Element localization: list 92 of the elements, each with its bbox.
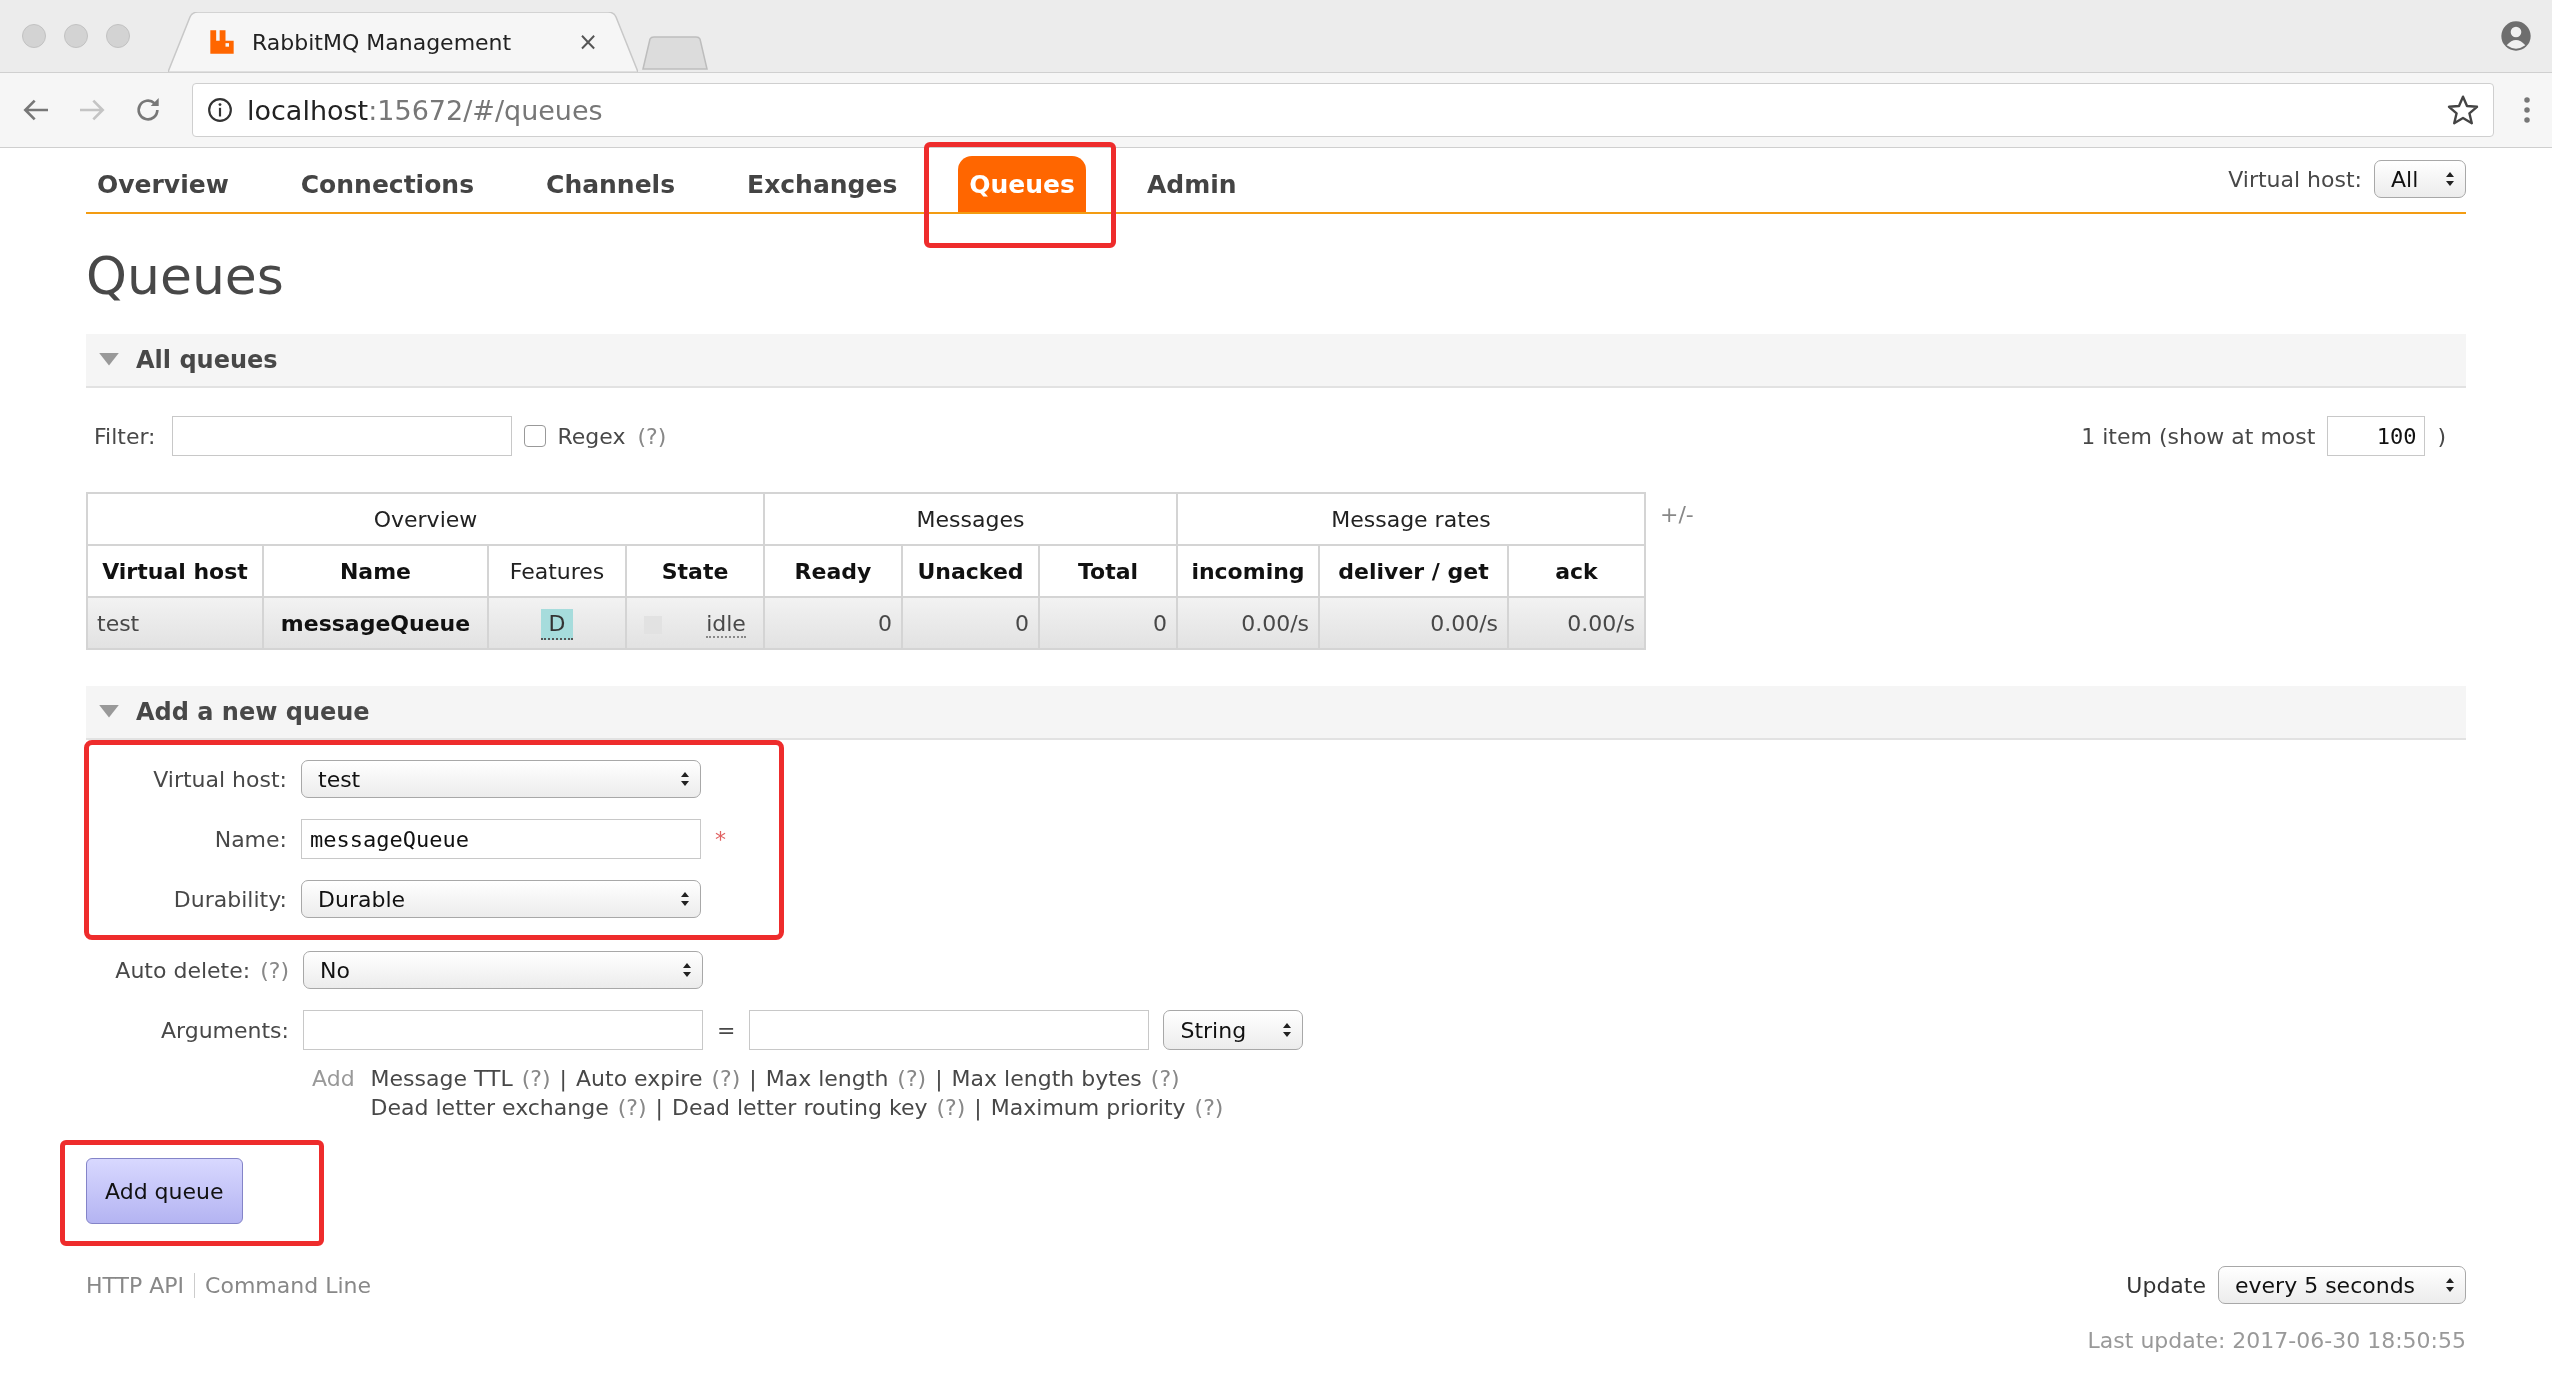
add-queue-button[interactable]: Add queue xyxy=(86,1158,243,1224)
section-header[interactable]: All queues xyxy=(86,334,2466,388)
browser-tab[interactable]: RabbitMQ Management × xyxy=(168,12,638,72)
required-mark: * xyxy=(715,826,726,852)
field-label: Auto delete: xyxy=(115,957,251,983)
column-group-header: Overview xyxy=(87,493,764,545)
update-label: Update xyxy=(2126,1272,2206,1298)
type-select[interactable]: String xyxy=(1163,1010,1304,1050)
separator-text: | xyxy=(655,1095,663,1120)
argument-link[interactable]: Max length bytes xyxy=(951,1066,1142,1091)
help-link[interactable]: (?) xyxy=(936,1095,966,1120)
select-arrows-icon xyxy=(680,891,690,907)
table-cell: 0 xyxy=(902,597,1039,649)
table-cell: 0.00/s xyxy=(1319,597,1508,649)
argument-link[interactable]: Message TTL xyxy=(370,1066,513,1091)
page-title: Queues xyxy=(86,246,285,306)
separator-text: | xyxy=(974,1095,982,1120)
argument-link[interactable]: Max length xyxy=(765,1066,889,1091)
help-link[interactable]: (?) xyxy=(897,1066,927,1091)
separator-text: | xyxy=(935,1066,943,1091)
field-label: Durability: xyxy=(173,886,287,912)
nav-tab[interactable]: Admin xyxy=(1135,156,1248,212)
last-update-text: Last update: 2017-06-30 18:50:55 xyxy=(2087,1328,2466,1353)
section-header[interactable]: Add a new queue xyxy=(86,686,2466,740)
nav-tab[interactable]: Connections xyxy=(289,156,486,212)
update-select[interactable]: every 5 seconds xyxy=(2218,1266,2466,1304)
footer-link[interactable]: HTTP API xyxy=(86,1272,195,1298)
separator-text: | xyxy=(559,1066,568,1091)
account-icon[interactable] xyxy=(2500,20,2532,52)
logo-icon xyxy=(208,28,236,56)
column-group-header: Message rates xyxy=(1177,493,1645,545)
close-tab-button[interactable]: × xyxy=(577,28,598,56)
nav-tab[interactable]: Exchanges xyxy=(736,156,909,212)
field-label: Name: xyxy=(214,826,287,852)
select-field[interactable]: No xyxy=(303,951,703,989)
nav-tab[interactable]: Overview xyxy=(86,156,240,212)
table-cell: messageQueue xyxy=(263,597,488,649)
argument-key-field[interactable] xyxy=(303,1010,703,1050)
argument-link[interactable]: Dead letter exchange xyxy=(370,1095,609,1120)
field-label: Arguments: xyxy=(160,1017,289,1043)
window-control-button[interactable] xyxy=(64,24,88,48)
help-link[interactable]: (?) xyxy=(1150,1066,1180,1091)
item-count: 1 item (show at most xyxy=(2081,423,2316,449)
filter-field[interactable] xyxy=(171,416,512,456)
tab-title: RabbitMQ Management xyxy=(252,29,513,55)
state-text: idle xyxy=(706,610,746,638)
column-group-header: Messages xyxy=(764,493,1177,545)
info-icon xyxy=(207,97,233,123)
regex-checkbox[interactable] xyxy=(523,425,546,447)
column-toggle-link[interactable]: +/- xyxy=(1660,502,1694,527)
help-link[interactable]: (?) xyxy=(617,1095,647,1120)
argument-link[interactable]: Dead letter routing key xyxy=(672,1095,928,1120)
argument-value-field[interactable] xyxy=(749,1010,1150,1050)
table-cell: 0 xyxy=(764,597,902,649)
select-arrows-icon xyxy=(2445,171,2455,187)
menu-icon[interactable] xyxy=(2522,95,2532,125)
table-cell: test xyxy=(87,597,263,649)
select-arrows-icon xyxy=(682,962,692,978)
max-items-field[interactable]: 100 xyxy=(2327,416,2426,456)
select-arrows-icon xyxy=(1282,1022,1293,1038)
address-field[interactable]: localhost:15672/#/queues xyxy=(192,83,2494,137)
new-tab-button[interactable] xyxy=(642,36,708,70)
feature-badge: D xyxy=(540,608,574,640)
vhost-label: Virtual host: xyxy=(2228,166,2362,192)
select-field[interactable]: Durable xyxy=(301,880,701,918)
table-cell: 0 xyxy=(1039,597,1177,649)
filter-label: Filter: xyxy=(94,423,156,449)
table-cell: 0.00/s xyxy=(1177,597,1319,649)
field-label: Virtual host: xyxy=(153,766,287,792)
select-arrows-icon xyxy=(680,771,690,787)
vhost-select[interactable]: All xyxy=(2374,160,2466,198)
equals-sign: = xyxy=(717,1017,736,1043)
window-control-button[interactable] xyxy=(106,24,130,48)
nav-tab[interactable]: Channels xyxy=(535,156,687,212)
window-control-button[interactable] xyxy=(22,24,46,48)
footer-link[interactable]: Command Line xyxy=(194,1272,382,1298)
name-field[interactable]: messageQueue xyxy=(301,819,701,859)
paren-text: ) xyxy=(2437,423,2446,449)
bookmark-star-icon[interactable] xyxy=(2447,94,2479,126)
help-link[interactable]: (?) xyxy=(1194,1095,1224,1120)
help-link[interactable]: (?) xyxy=(260,957,289,983)
help-link[interactable]: (?) xyxy=(637,423,667,449)
separator-text: | xyxy=(749,1066,757,1091)
select-arrows-icon xyxy=(2445,1277,2455,1293)
help-link[interactable]: (?) xyxy=(711,1066,741,1091)
help-link[interactable]: (?) xyxy=(521,1066,551,1091)
regex-label: Regex xyxy=(557,423,626,449)
add-label: Add xyxy=(312,1066,355,1093)
argument-link[interactable]: Auto expire xyxy=(576,1066,703,1091)
argument-link[interactable]: Maximum priority xyxy=(990,1095,1186,1120)
select-field[interactable]: test xyxy=(301,760,701,798)
table-cell: 0.00/s xyxy=(1508,597,1645,649)
